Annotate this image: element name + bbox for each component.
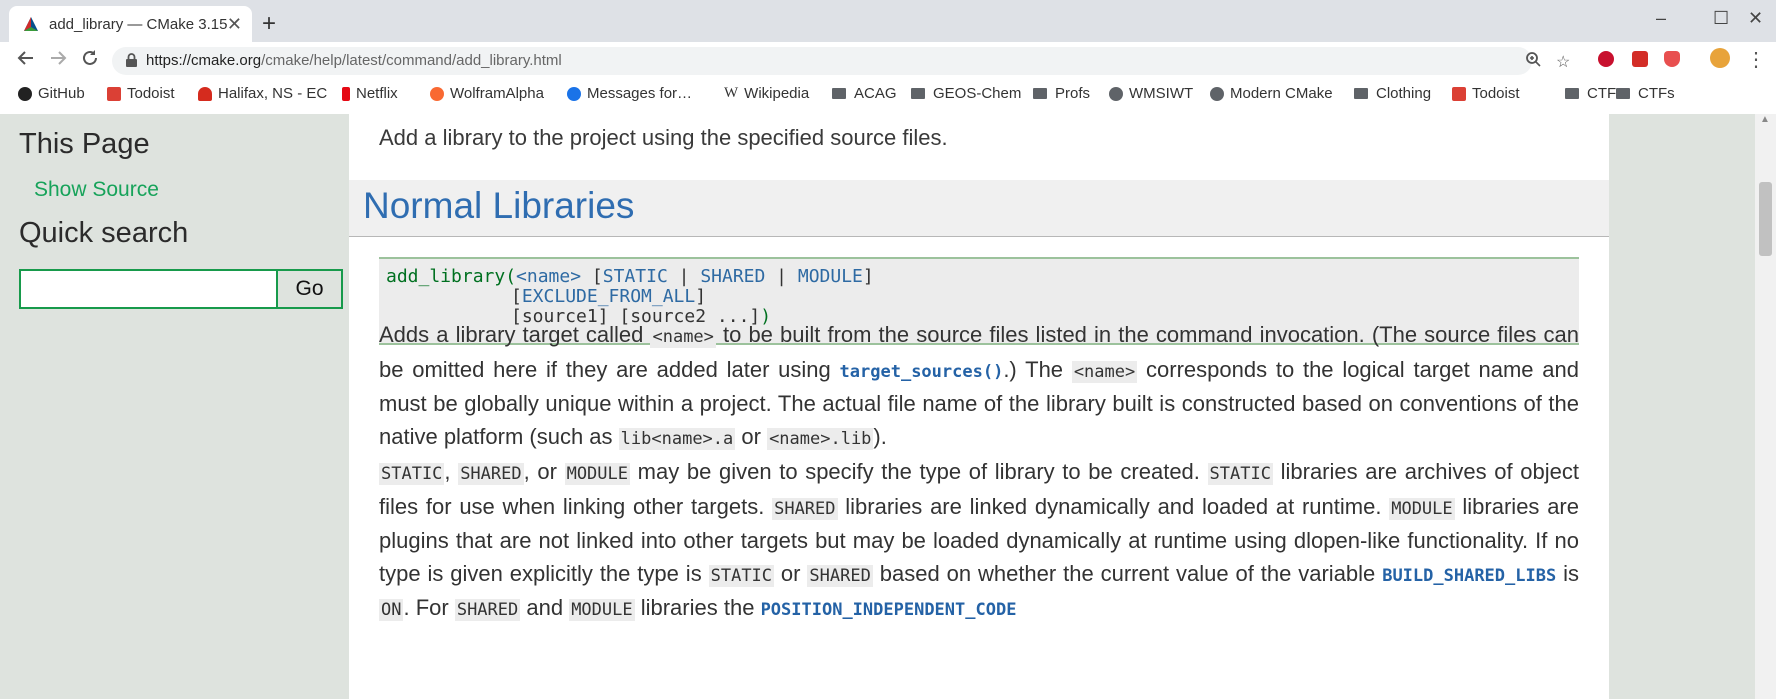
- quick-search-heading: Quick search: [19, 217, 189, 249]
- bookmark-ctfs[interactable]: CTFs: [1565, 85, 1624, 102]
- tab-close-icon[interactable]: ✕: [227, 14, 242, 35]
- bookmark-wikipedia[interactable]: W Wikipedia: [724, 85, 809, 102]
- position-independent-code-link[interactable]: POSITION_INDEPENDENT_CODE: [761, 600, 1017, 620]
- reload-icon[interactable]: [81, 49, 99, 73]
- wikipedia-icon: W: [724, 85, 739, 101]
- zoom-icon[interactable]: [1526, 52, 1541, 72]
- todoist-icon: [1452, 86, 1466, 101]
- section-header: Normal Libraries: [349, 180, 1609, 237]
- bookmark-modern-cmake[interactable]: Modern CMake: [1210, 85, 1333, 102]
- adblock-plus-icon[interactable]: [1598, 51, 1614, 67]
- bookmark-star-icon[interactable]: ☆: [1556, 52, 1570, 72]
- bookmark-github[interactable]: GitHub: [18, 85, 85, 102]
- paragraph-2: STATIC, SHARED, or MODULE may be given t…: [379, 459, 1579, 621]
- folder-icon: [1616, 88, 1630, 99]
- bookmarks-bar: GitHub Todoist Halifax, NS - EC Netflix …: [0, 80, 1776, 115]
- netflix-icon: [342, 86, 350, 101]
- document-body: Add a library to the project using the s…: [349, 114, 1609, 699]
- menu-kebab-icon[interactable]: ⋮: [1746, 47, 1766, 72]
- inline-code: ON: [379, 599, 404, 621]
- bookmark-profs[interactable]: Profs: [1033, 85, 1090, 102]
- bookmark-wolframalpha[interactable]: WolframAlpha: [430, 85, 544, 102]
- bookmark-wmsiwt[interactable]: WMSIWT: [1109, 85, 1193, 102]
- build-shared-libs-link[interactable]: BUILD_SHARED_LIBS: [1382, 566, 1556, 586]
- back-icon[interactable]: [17, 49, 35, 73]
- lastpass-icon[interactable]: [1632, 51, 1648, 67]
- globe-icon: [1109, 86, 1123, 101]
- section-title: Normal Libraries: [363, 185, 635, 226]
- tab-title: add_library — CMake 3.15: [49, 15, 228, 33]
- inline-code: MODULE: [1389, 497, 1455, 520]
- folder-icon: [1354, 88, 1368, 99]
- folder-icon: [1565, 88, 1579, 99]
- show-source-link[interactable]: Show Source: [34, 178, 159, 202]
- bookmark-geos-chem[interactable]: GEOS-Chem: [911, 85, 1021, 102]
- code-line-1: add_library(<name> [STATIC | SHARED | MO…: [386, 266, 874, 287]
- bookmark-clothing[interactable]: Clothing: [1354, 85, 1431, 102]
- inline-code: STATIC: [379, 463, 445, 485]
- inline-code: STATIC: [708, 564, 775, 587]
- scroll-thumb[interactable]: [1759, 182, 1772, 256]
- inline-code: STATIC: [1207, 463, 1273, 485]
- inline-code: lib<name>.a: [618, 427, 736, 450]
- browser-toolbar: https://cmake.org/cmake/help/latest/comm…: [0, 42, 1776, 80]
- address-bar[interactable]: https://cmake.org/cmake/help/latest/comm…: [112, 47, 1570, 75]
- folder-icon: [911, 88, 925, 99]
- target-sources-link[interactable]: target_sources(): [840, 362, 1004, 382]
- paragraph-1: Adds a library target called <name> to b…: [379, 322, 1579, 450]
- maximize-icon[interactable]: ☐: [1713, 8, 1729, 29]
- inline-code: SHARED: [772, 497, 838, 520]
- browser-chrome: add_library — CMake 3.15 ✕ + – ☐ ✕ https…: [0, 0, 1776, 115]
- globe-icon: [1210, 86, 1224, 101]
- bookmark-netflix[interactable]: Netflix: [342, 85, 398, 102]
- bookmark-todoist[interactable]: Todoist: [107, 85, 175, 102]
- inline-code: <name>.lib: [767, 427, 874, 450]
- ublock-icon[interactable]: [1664, 51, 1680, 67]
- todoist-icon: [107, 86, 121, 101]
- cmake-favicon-icon: [23, 16, 39, 32]
- inline-code: MODULE: [564, 463, 630, 485]
- browser-tab[interactable]: add_library — CMake 3.15 ✕: [9, 6, 252, 42]
- bookmark-halifax[interactable]: Halifax, NS - EC: [198, 85, 327, 102]
- vertical-scrollbar[interactable]: ▲: [1755, 114, 1776, 699]
- right-margin: [1609, 114, 1755, 699]
- url-text: https://cmake.org/cmake/help/latest/comm…: [146, 52, 562, 69]
- github-icon: [18, 86, 32, 101]
- messages-icon: [567, 86, 581, 101]
- go-button[interactable]: Go: [276, 269, 343, 309]
- close-window-icon[interactable]: ✕: [1748, 8, 1763, 29]
- lock-icon: [126, 53, 137, 72]
- folder-icon: [832, 88, 846, 99]
- inline-code: MODULE: [569, 599, 635, 621]
- folder-icon: [1033, 88, 1047, 99]
- forward-icon[interactable]: [49, 49, 67, 73]
- minimize-icon[interactable]: –: [1656, 8, 1666, 29]
- bookmark-messages[interactable]: Messages for…: [567, 85, 692, 102]
- new-tab-button[interactable]: +: [262, 10, 276, 38]
- inline-code: SHARED: [454, 599, 521, 621]
- intro-text: Add a library to the project using the s…: [379, 125, 948, 150]
- inline-code: <name>: [1071, 360, 1138, 383]
- inline-code: <name>: [650, 326, 716, 348]
- inline-code: SHARED: [807, 564, 873, 587]
- inline-code: SHARED: [458, 463, 524, 485]
- code-line-2: [EXCLUDE_FROM_ALL]: [511, 286, 707, 307]
- bookmark-todoist-2[interactable]: Todoist: [1452, 85, 1520, 102]
- tab-bar: add_library — CMake 3.15 ✕ + – ☐ ✕: [0, 0, 1776, 42]
- this-page-heading: This Page: [19, 128, 150, 160]
- profile-avatar[interactable]: [1710, 48, 1730, 68]
- wolframalpha-icon: [430, 86, 444, 101]
- scroll-up-icon[interactable]: ▲: [1760, 114, 1770, 125]
- bookmark-acag[interactable]: ACAG: [832, 85, 897, 102]
- bookmark-ctfs-2[interactable]: CTFs: [1616, 85, 1675, 102]
- search-input[interactable]: [19, 269, 278, 309]
- maple-leaf-icon: [198, 86, 212, 101]
- sphinx-sidebar: This Page Show Source Quick search Go: [0, 114, 349, 699]
